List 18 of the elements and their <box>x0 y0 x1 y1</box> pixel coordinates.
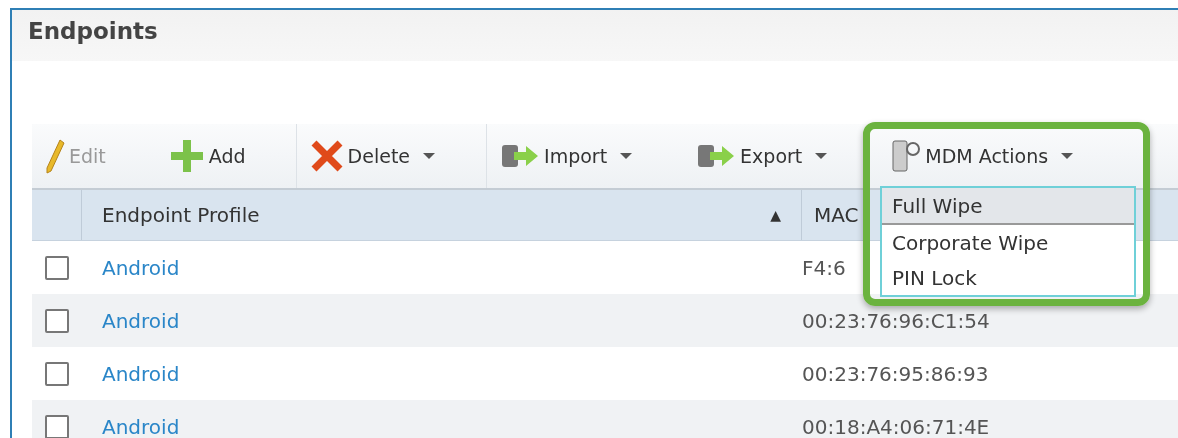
mac-address: 00:18:A4:06:71:4E <box>802 414 990 438</box>
sort-indicator[interactable]: ▲ <box>770 207 781 223</box>
mac-address: F4:6 <box>802 255 846 280</box>
mdm-button[interactable]: MDM Actions <box>878 131 1088 181</box>
page-title: Endpoints <box>28 18 159 44</box>
mac-address: 00:23:76:95:86:93 <box>802 361 989 386</box>
menu-item[interactable]: Full Wipe <box>882 188 1134 225</box>
profile-link[interactable]: Android <box>82 414 802 438</box>
import-button[interactable]: Import <box>487 131 647 181</box>
add-button[interactable]: Add <box>155 131 259 181</box>
column-header: Endpoint Profile <box>102 203 260 227</box>
profile-link[interactable]: Android <box>82 255 802 280</box>
profile-link[interactable]: Android <box>82 308 802 333</box>
column-header: MAC <box>814 203 859 227</box>
export-button[interactable]: Export <box>683 131 842 181</box>
profile-link[interactable]: Android <box>82 361 802 386</box>
mac-address: 00:23:76:96:C1:54 <box>802 308 990 333</box>
delete-button[interactable]: Delete <box>296 131 450 181</box>
